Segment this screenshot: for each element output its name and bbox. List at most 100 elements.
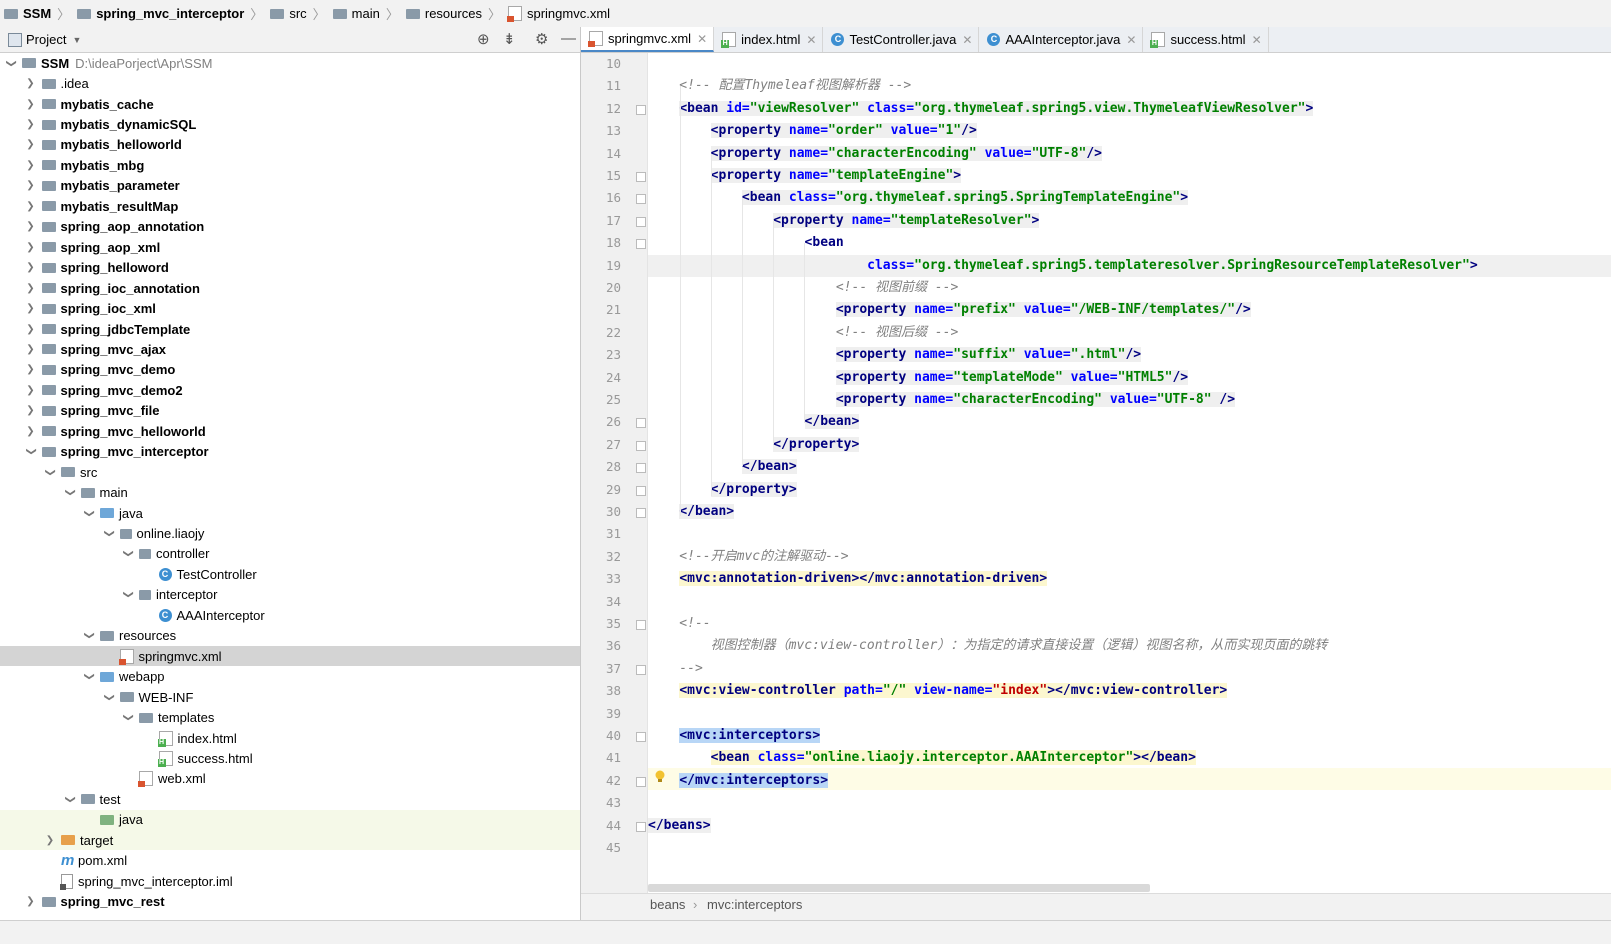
breadcrumb-item[interactable]: main <box>329 0 384 27</box>
tree-node[interactable]: ❯ interceptor <box>0 585 580 605</box>
code-line[interactable]: <!--开启mvc的注解驱动--> <box>648 546 848 568</box>
tree-node[interactable]: ❯ controller <box>0 544 580 564</box>
breadcrumb-item[interactable]: src <box>266 0 310 27</box>
project-view-dropdown-icon[interactable]: ▼ <box>72 35 81 45</box>
code-line[interactable]: <!-- <box>648 613 710 635</box>
code-line[interactable]: <bean id="viewResolver" class="org.thyme… <box>648 98 1314 120</box>
code-line[interactable]: <bean <box>648 232 844 254</box>
tree-node[interactable]: ❯ spring_mvc_interceptor <box>0 442 580 462</box>
tree-node[interactable]: ❯ SSM D:\ideaPorject\Apr\SSM <box>0 53 580 73</box>
editor-tab[interactable]: index.html ✕ <box>714 27 824 52</box>
tree-node[interactable]: ❯ spring_ioc_xml <box>0 298 580 318</box>
fold-marker-icon[interactable] <box>636 821 646 832</box>
chevron-down-icon[interactable]: ❯ <box>6 56 17 70</box>
chevron-right-icon[interactable]: ❯ <box>24 78 38 89</box>
chevron-down-icon[interactable]: ❯ <box>84 506 95 520</box>
chevron-down-icon[interactable]: ❯ <box>103 690 114 704</box>
chevron-right-icon[interactable]: ❯ <box>24 405 38 416</box>
tree-node[interactable]: web.xml <box>0 769 580 789</box>
code-line[interactable]: <bean class="org.thymeleaf.spring5.Sprin… <box>648 187 1189 209</box>
chevron-right-icon[interactable]: ❯ <box>24 242 38 253</box>
chevron-down-icon[interactable]: ❯ <box>123 588 134 602</box>
code-line[interactable]: 视图控制器（mvc:view-controller）：为指定的请求直接设置（逻辑… <box>648 635 1328 657</box>
tree-node[interactable]: springmvc.xml <box>0 646 580 667</box>
collapse-all-icon[interactable]: ⇟ <box>503 30 516 48</box>
chevron-right-icon[interactable]: ❯ <box>24 364 38 375</box>
tree-node[interactable]: C TestController <box>0 564 580 584</box>
editor-tab[interactable]: success.html ✕ <box>1143 27 1269 52</box>
fold-marker-icon[interactable] <box>636 194 646 205</box>
breadcrumb-item[interactable]: SSM <box>0 0 55 27</box>
tree-node[interactable]: success.html <box>0 748 580 768</box>
code-line[interactable]: </mvc:interceptors> <box>648 770 829 792</box>
fold-marker-icon[interactable] <box>636 239 646 250</box>
tree-node[interactable]: ❯ spring_mvc_demo <box>0 360 580 380</box>
editor-tab[interactable]: springmvc.xml ✕ <box>581 27 715 52</box>
code-line[interactable]: <property name="characterEncoding" value… <box>648 389 1236 411</box>
tree-node[interactable]: ❯ spring_mvc_file <box>0 401 580 421</box>
tree-node[interactable]: ❯ mybatis_mbg <box>0 155 580 175</box>
tree-node[interactable]: ❯ spring_mvc_demo2 <box>0 380 580 400</box>
tree-node[interactable]: ❯ .idea <box>0 73 580 93</box>
tree-node[interactable]: m pom.xml <box>0 851 580 871</box>
fold-marker-icon[interactable] <box>636 418 646 429</box>
chevron-down-icon[interactable]: ❯ <box>84 629 95 643</box>
code-line[interactable]: <property name="characterEncoding" value… <box>648 143 1103 165</box>
lightbulb-icon[interactable] <box>654 770 666 784</box>
code-line[interactable]: </beans> <box>648 815 711 837</box>
chevron-right-icon[interactable]: ❯ <box>24 180 38 191</box>
project-panel-title[interactable]: Project <box>26 32 66 47</box>
tree-node[interactable]: ❯ resources <box>0 626 580 646</box>
tree-node[interactable]: ❯ main <box>0 482 580 502</box>
code-line[interactable]: <property name="templateEngine"> <box>648 165 962 187</box>
fold-marker-icon[interactable] <box>636 776 646 787</box>
code-line[interactable]: <mvc:view-controller path="/" view-name=… <box>648 680 1228 702</box>
tree-node[interactable]: ❯ spring_mvc_helloworld <box>0 421 580 441</box>
chevron-down-icon[interactable]: ❯ <box>84 670 95 684</box>
code-line[interactable]: <mvc:annotation-driven></mvc:annotation-… <box>648 568 1048 590</box>
chevron-right-icon[interactable]: ❯ <box>24 303 38 314</box>
tree-node[interactable]: ❯ test <box>0 789 580 809</box>
gear-icon[interactable]: ⚙ <box>535 30 548 48</box>
locate-icon[interactable]: ⊕ <box>477 30 490 48</box>
tree-node[interactable]: C AAAInterceptor <box>0 605 580 625</box>
fold-marker-icon[interactable] <box>636 463 646 474</box>
tree-node[interactable]: ❯ webapp <box>0 667 580 687</box>
tree-node[interactable]: ❯ spring_helloword <box>0 258 580 278</box>
chevron-down-icon[interactable]: ❯ <box>64 486 75 500</box>
close-icon[interactable]: ✕ <box>962 33 972 47</box>
code-line[interactable]: <property name="templateResolver"> <box>648 210 1040 232</box>
horizontal-scrollbar[interactable] <box>648 884 1150 892</box>
fold-marker-icon[interactable] <box>636 172 646 182</box>
tree-node[interactable]: ❯ spring_mvc_rest <box>0 891 580 911</box>
chevron-right-icon[interactable]: ❯ <box>24 283 38 294</box>
tree-node[interactable]: index.html <box>0 728 580 748</box>
tree-node[interactable]: ❯ templates <box>0 707 580 727</box>
chevron-down-icon[interactable]: ❯ <box>45 465 56 479</box>
editor-tab[interactable]: C AAAInterceptor.java ✕ <box>979 27 1144 52</box>
tree-node[interactable]: spring_mvc_interceptor.iml <box>0 871 580 891</box>
tree-node[interactable]: ❯ mybatis_cache <box>0 94 580 114</box>
tree-node[interactable]: ❯ mybatis_dynamicSQL <box>0 114 580 134</box>
fold-marker-icon[interactable] <box>636 216 646 227</box>
close-icon[interactable]: ✕ <box>697 32 707 46</box>
tree-node[interactable]: ❯ mybatis_resultMap <box>0 196 580 216</box>
tree-node[interactable]: ❯ src <box>0 462 580 482</box>
close-icon[interactable]: ✕ <box>1252 33 1262 47</box>
chevron-right-icon[interactable]: ❯ <box>24 426 38 437</box>
code-line[interactable]: </bean> <box>648 456 797 478</box>
chevron-down-icon[interactable]: ❯ <box>64 792 75 806</box>
hide-panel-icon[interactable]: — <box>561 30 576 47</box>
breadcrumb-item[interactable]: resources <box>402 0 486 27</box>
tree-node[interactable]: ❯ spring_ioc_annotation <box>0 278 580 298</box>
chevron-down-icon[interactable]: ❯ <box>123 711 134 725</box>
chevron-right-icon[interactable]: ❯ <box>24 896 38 907</box>
chevron-right-icon[interactable]: ❯ <box>24 221 38 232</box>
chevron-right-icon[interactable]: ❯ <box>24 139 38 150</box>
tree-node[interactable]: ❯ spring_aop_annotation <box>0 217 580 237</box>
chevron-down-icon[interactable]: ❯ <box>103 527 114 541</box>
code-line[interactable]: <property name="prefix" value="/WEB-INF/… <box>648 299 1251 321</box>
tree-node[interactable]: ❯ java <box>0 503 580 523</box>
chevron-right-icon[interactable]: ❯ <box>43 835 57 846</box>
fold-marker-icon[interactable] <box>636 664 646 675</box>
